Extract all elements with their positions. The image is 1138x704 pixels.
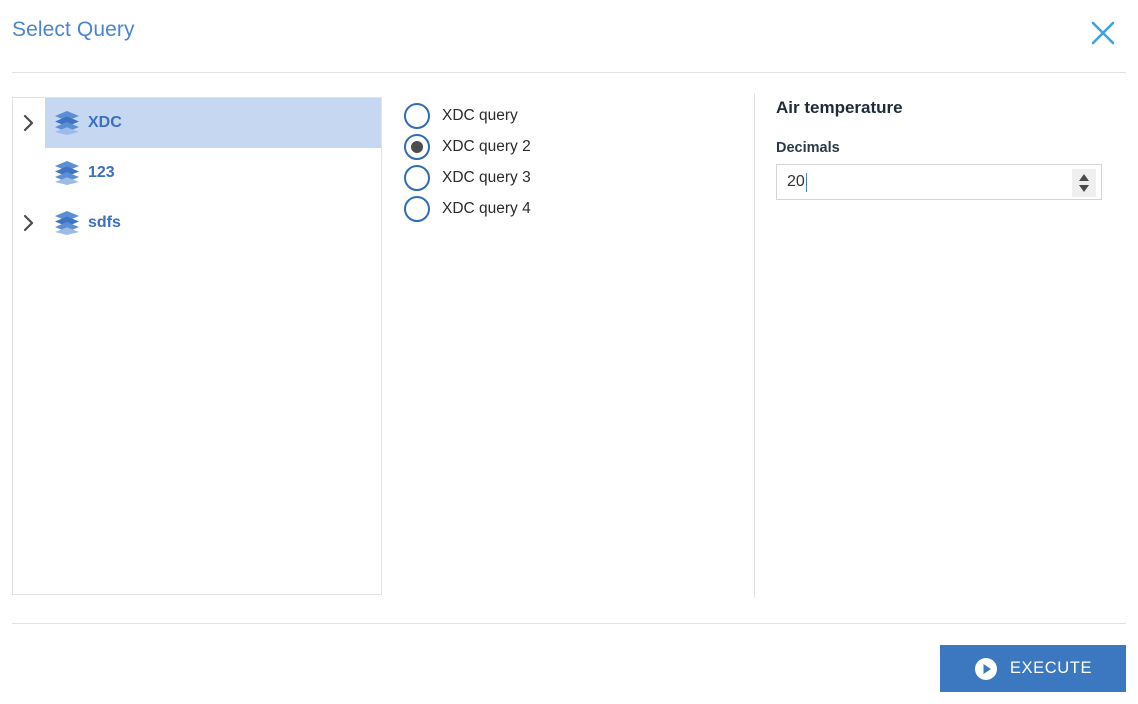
close-x-icon xyxy=(1090,20,1116,46)
decimals-stepper[interactable] xyxy=(1072,169,1096,197)
decimals-input[interactable]: 20 xyxy=(776,164,1102,200)
execute-button[interactable]: EXECUTE xyxy=(940,645,1126,692)
radio-option-label: XDC query 4 xyxy=(442,199,531,217)
tree-item-123-body[interactable]: 123 xyxy=(45,148,381,198)
tree-item-label: sdfs xyxy=(88,214,121,231)
dialog-header: Select Query xyxy=(0,0,1138,72)
radio-option-xdc-query-2[interactable]: XDC query 2 xyxy=(404,131,734,162)
query-details-panel: Air temperature Decimals 20 xyxy=(776,97,1102,200)
tree-item-label: 123 xyxy=(88,164,115,181)
radio-option-label: XDC query xyxy=(442,106,518,124)
radio-option-label: XDC query 2 xyxy=(442,137,531,155)
tree-item-label: XDC xyxy=(88,114,122,131)
layers-stack-icon xyxy=(50,208,84,238)
close-button[interactable] xyxy=(1086,16,1120,50)
page-title: Select Query xyxy=(12,18,135,41)
radio-icon[interactable] xyxy=(404,195,430,222)
footer-divider xyxy=(12,623,1126,624)
detail-title: Air temperature xyxy=(776,98,903,117)
radio-option-xdc-query[interactable]: XDC query xyxy=(404,100,734,131)
dialog-body: XDC 123 sdfs XDC query XDC query 2 XDC q… xyxy=(0,72,1138,623)
query-radio-group: XDC query XDC query 2 XDC query 3 XDC qu… xyxy=(404,100,734,224)
decimals-input-value: 20 xyxy=(787,173,805,190)
tree-item-123[interactable]: 123 xyxy=(13,148,381,198)
tree-item-sdfs-body[interactable]: sdfs xyxy=(45,198,381,248)
tree-item-xdc-body[interactable]: XDC xyxy=(45,98,381,148)
radio-option-label: XDC query 3 xyxy=(442,168,531,186)
panel-divider xyxy=(754,94,755,598)
layers-stack-icon xyxy=(50,108,84,138)
decimals-label: Decimals xyxy=(776,140,840,156)
tree-item-xdc[interactable]: XDC xyxy=(13,98,381,148)
layers-stack-icon xyxy=(50,158,84,188)
radio-option-xdc-query-4[interactable]: XDC query 4 xyxy=(404,193,734,224)
chevron-right-icon[interactable] xyxy=(13,114,45,132)
radio-icon[interactable] xyxy=(404,164,430,191)
radio-icon[interactable] xyxy=(404,102,430,129)
execute-button-label: EXECUTE xyxy=(1009,659,1093,677)
tree-item-sdfs[interactable]: sdfs xyxy=(13,198,381,248)
radio-icon-selected[interactable] xyxy=(404,133,430,160)
chevron-right-icon[interactable] xyxy=(13,214,45,232)
query-tree-panel: XDC 123 sdfs xyxy=(12,97,382,595)
play-circle-icon xyxy=(974,657,998,681)
radio-option-xdc-query-3[interactable]: XDC query 3 xyxy=(404,162,734,193)
text-caret xyxy=(805,172,807,192)
